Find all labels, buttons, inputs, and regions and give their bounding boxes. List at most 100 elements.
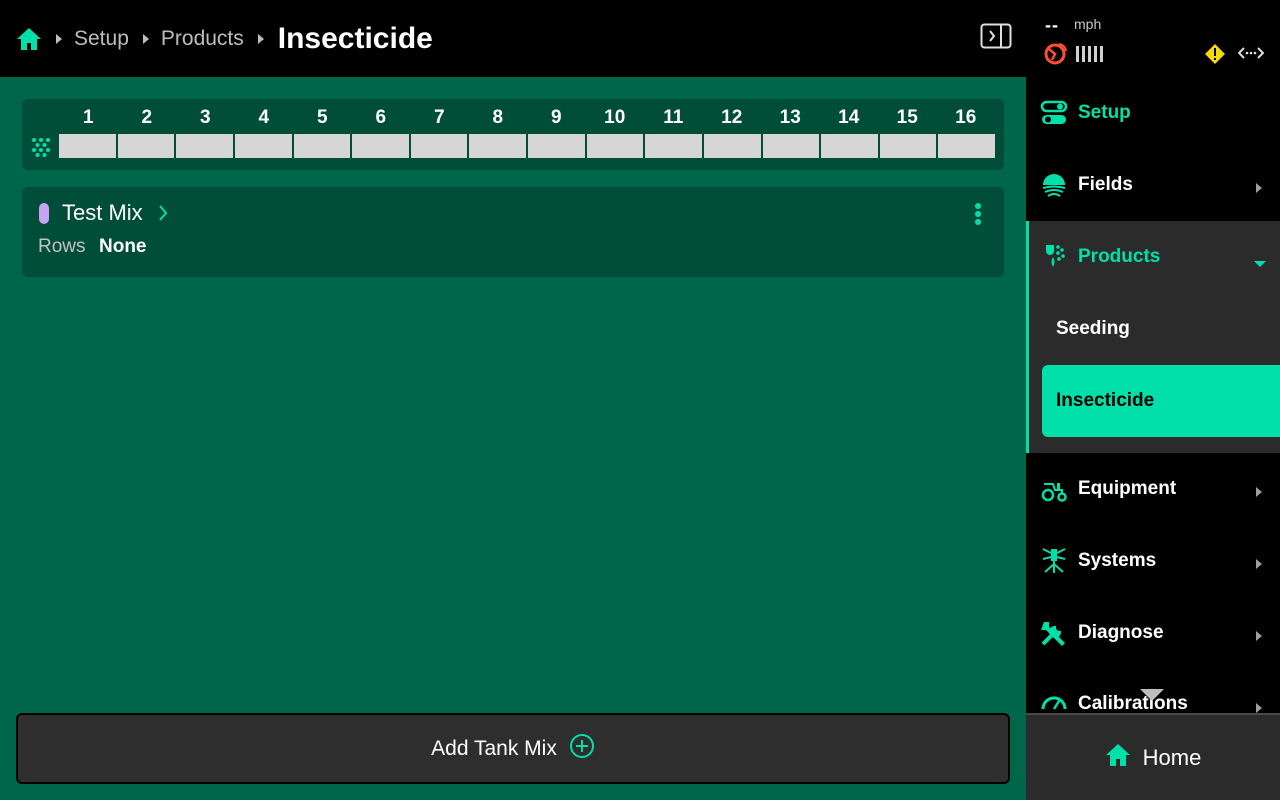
toggle-switches-icon xyxy=(1040,99,1068,127)
nav-setup-label: Setup xyxy=(1078,102,1131,123)
row-number: 13 xyxy=(779,107,801,128)
home-icon[interactable] xyxy=(16,26,42,52)
tractor-icon xyxy=(1040,475,1068,503)
row-number: 11 xyxy=(663,107,684,128)
nav-diagnose[interactable]: Diagnose xyxy=(1026,597,1280,669)
nav-products-label: Products xyxy=(1078,246,1161,267)
row-cell[interactable] xyxy=(234,134,294,158)
row-cell[interactable] xyxy=(821,134,880,158)
row-number: 4 xyxy=(258,107,270,128)
scroll-down-icon[interactable] xyxy=(1140,688,1164,701)
row-cell[interactable] xyxy=(762,134,822,158)
row-cell[interactable] xyxy=(352,134,411,158)
app-root: Setup Products Insecticide 1 2 3 4 5 6 7… xyxy=(0,0,1280,800)
row-cell[interactable] xyxy=(176,134,235,158)
chevron-right-icon xyxy=(1256,556,1262,569)
breadcrumb-separator-icon xyxy=(56,33,62,44)
main-content: 1 2 3 4 5 6 7 8 9 10 11 12 13 14 15 16 T… xyxy=(0,77,1026,800)
nav-products-insecticide-label: Insecticide xyxy=(1056,390,1155,411)
row-cell[interactable] xyxy=(703,134,763,158)
nav-systems[interactable]: Systems xyxy=(1026,525,1280,597)
nav-diagnose-label: Diagnose xyxy=(1078,622,1164,643)
status-area: -- mph xyxy=(1026,0,1280,77)
signal-bars-icon xyxy=(1076,46,1104,62)
products-drops-icon xyxy=(1040,243,1068,271)
row-cell[interactable] xyxy=(586,134,646,158)
seed-dots-icon xyxy=(30,136,52,158)
tank-mix-card[interactable]: Test Mix Rows None xyxy=(22,187,1004,277)
breadcrumb-products[interactable]: Products xyxy=(161,27,244,51)
warning-icon[interactable] xyxy=(1204,43,1226,65)
header-bar: Setup Products Insecticide xyxy=(0,0,1026,77)
row-number: 5 xyxy=(316,107,328,128)
connection-icon[interactable] xyxy=(1237,45,1265,61)
nav-products-group: Products Seeding Insecticide xyxy=(1026,221,1280,453)
row-number: 16 xyxy=(955,107,977,128)
row-cell[interactable] xyxy=(117,134,177,158)
row-number: 8 xyxy=(492,107,504,128)
nav-products[interactable]: Products xyxy=(1026,221,1280,293)
wrench-screwdriver-icon xyxy=(1040,619,1068,647)
caret-down-icon xyxy=(1254,254,1266,267)
row-number: 2 xyxy=(141,107,153,128)
row-number: 14 xyxy=(838,107,860,128)
row-cell[interactable] xyxy=(938,134,995,158)
chevron-right-icon xyxy=(1256,700,1262,713)
home-icon xyxy=(1105,743,1131,772)
row-number: 1 xyxy=(82,107,94,128)
nav-products-insecticide[interactable]: Insecticide xyxy=(1042,365,1280,437)
row-cell[interactable] xyxy=(528,134,587,158)
systems-icon xyxy=(1040,547,1068,575)
home-button-label: Home xyxy=(1142,744,1202,770)
chevron-right-icon xyxy=(1256,180,1262,193)
row-numbers: 1 2 3 4 5 6 7 8 9 10 11 12 13 14 15 16 xyxy=(59,107,995,131)
tank-mix-rows-label: Rows xyxy=(38,236,86,257)
row-cell[interactable] xyxy=(59,134,118,158)
row-strip: 1 2 3 4 5 6 7 8 9 10 11 12 13 14 15 16 xyxy=(22,99,1004,170)
nav-fields[interactable]: Fields xyxy=(1026,149,1280,221)
page-title: Insecticide xyxy=(277,21,433,55)
nav-equipment-label: Equipment xyxy=(1078,478,1177,499)
chevron-right-icon xyxy=(1256,484,1262,497)
row-number: 9 xyxy=(550,107,562,128)
row-number: 6 xyxy=(375,107,387,128)
breadcrumb-setup[interactable]: Setup xyxy=(74,27,129,51)
row-cell[interactable] xyxy=(879,134,939,158)
row-number: 12 xyxy=(721,107,743,128)
panel-toggle-icon[interactable] xyxy=(980,23,1012,49)
nav-products-seeding[interactable]: Seeding xyxy=(1056,293,1256,365)
row-cells xyxy=(59,134,995,158)
nav-calibrations-label: Calibrations xyxy=(1078,693,1188,713)
speed-unit: mph xyxy=(1074,16,1102,32)
add-tank-mix-button[interactable]: Add Tank Mix xyxy=(16,713,1010,784)
row-cell[interactable] xyxy=(293,134,353,158)
nav-systems-label: Systems xyxy=(1078,550,1157,571)
row-number: 15 xyxy=(896,107,918,128)
breadcrumb-separator-icon xyxy=(257,33,264,44)
tank-mix-name[interactable]: Test Mix xyxy=(62,200,143,226)
field-globe-icon xyxy=(1040,171,1068,199)
row-cell[interactable] xyxy=(469,134,528,158)
home-button[interactable]: Home xyxy=(1026,713,1280,800)
chevron-right-icon[interactable] xyxy=(158,204,168,222)
speed-value: -- xyxy=(1045,15,1059,35)
gps-alert-icon[interactable] xyxy=(1044,41,1068,65)
nav-equipment[interactable]: Equipment xyxy=(1026,453,1280,525)
breadcrumb-separator-icon xyxy=(142,33,149,44)
add-tank-mix-label: Add Tank Mix xyxy=(431,736,557,760)
row-number: 10 xyxy=(604,107,626,128)
gauge-icon xyxy=(1040,691,1068,713)
tank-mix-rows-value: None xyxy=(99,236,147,257)
more-options-icon[interactable] xyxy=(974,202,982,226)
row-cell[interactable] xyxy=(645,134,704,158)
tank-mix-color-swatch xyxy=(39,203,49,224)
row-number: 3 xyxy=(199,107,211,128)
row-number: 7 xyxy=(433,107,445,128)
chevron-right-icon xyxy=(1256,628,1262,641)
sidebar: -- mph Setup Fields Products Seeding Ins… xyxy=(1026,0,1280,800)
plus-circle-icon xyxy=(569,733,595,764)
nav-setup[interactable]: Setup xyxy=(1026,77,1280,149)
row-cell[interactable] xyxy=(410,134,470,158)
nav-fields-label: Fields xyxy=(1078,174,1133,195)
nav-products-seeding-label: Seeding xyxy=(1056,318,1130,339)
